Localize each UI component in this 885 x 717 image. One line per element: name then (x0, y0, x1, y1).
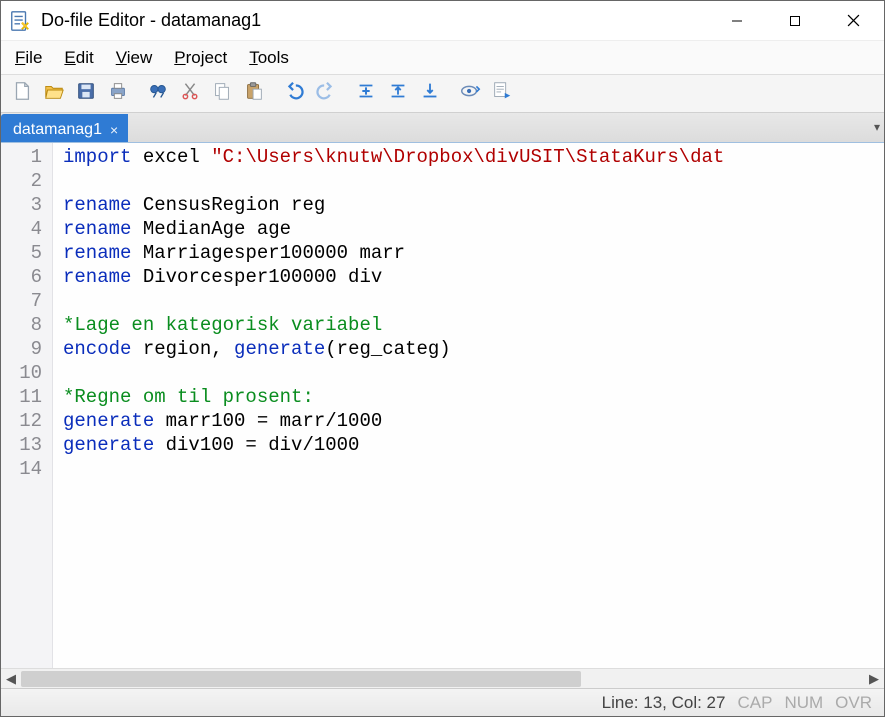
open-button[interactable] (39, 79, 69, 109)
undo-button[interactable] (279, 79, 309, 109)
line-number-gutter: 1234567891011121314 (1, 143, 53, 668)
menu-tools[interactable]: Tools (239, 44, 299, 72)
line-number: 3 (1, 193, 42, 217)
line-number: 8 (1, 313, 42, 337)
menu-edit[interactable]: Edit (54, 44, 103, 72)
line-number: 9 (1, 337, 42, 361)
open-icon (42, 80, 66, 107)
line-number: 13 (1, 433, 42, 457)
cap-indicator: CAP (737, 693, 772, 713)
new-button[interactable] (7, 79, 37, 109)
code-editor[interactable]: 1234567891011121314 import excel "C:\Use… (1, 143, 884, 668)
save-button[interactable] (71, 79, 101, 109)
find-button[interactable] (143, 79, 173, 109)
window-title: Do-file Editor - datamanag1 (41, 10, 261, 31)
status-bar: Line: 13, Col: 27 CAP NUM OVR (1, 688, 884, 716)
code-area[interactable]: import excel "C:\Users\knutw\Dropbox\div… (53, 143, 884, 668)
paste-button[interactable] (239, 79, 269, 109)
menu-file[interactable]: File (5, 44, 52, 72)
save-icon (75, 80, 97, 107)
new-icon (11, 80, 33, 107)
indent-minus-icon (387, 80, 409, 107)
code-line[interactable]: encode region, generate(reg_categ) (63, 337, 884, 361)
menu-file-rest: ile (25, 48, 42, 67)
menu-project[interactable]: Project (164, 44, 237, 72)
close-button[interactable] (824, 1, 882, 41)
cut-button[interactable] (175, 79, 205, 109)
undo-icon (283, 80, 305, 107)
code-line[interactable] (63, 457, 884, 481)
code-line[interactable]: *Lage en kategorisk variabel (63, 313, 884, 337)
tab-active[interactable]: datamanag1 × (1, 114, 128, 142)
code-line[interactable]: rename MedianAge age (63, 217, 884, 241)
find-icon (147, 80, 169, 107)
print-button[interactable] (103, 79, 133, 109)
code-line[interactable]: rename Divorcesper100000 div (63, 265, 884, 289)
ovr-indicator: OVR (835, 693, 872, 713)
paste-icon (243, 80, 265, 107)
scroll-left-icon[interactable]: ◀ (1, 669, 21, 689)
minimize-button[interactable] (708, 1, 766, 41)
code-line[interactable]: rename CensusRegion reg (63, 193, 884, 217)
copy-icon (211, 80, 233, 107)
code-line[interactable]: rename Marriagesper100000 marr (63, 241, 884, 265)
bookmark-button[interactable] (415, 79, 445, 109)
line-number: 14 (1, 457, 42, 481)
run-button[interactable] (487, 79, 517, 109)
code-line[interactable]: generate marr100 = marr/1000 (63, 409, 884, 433)
cut-icon (179, 80, 201, 107)
titlebar: Do-file Editor - datamanag1 (1, 1, 884, 41)
line-number: 10 (1, 361, 42, 385)
scroll-thumb[interactable] (21, 671, 581, 687)
copy-button[interactable] (207, 79, 237, 109)
bookmark-icon (419, 80, 441, 107)
line-number: 2 (1, 169, 42, 193)
line-number: 7 (1, 289, 42, 313)
menubar: File Edit View Project Tools (1, 41, 884, 75)
code-line[interactable]: *Regne om til prosent: (63, 385, 884, 409)
code-line[interactable]: generate div100 = div/1000 (63, 433, 884, 457)
indent-minus-button[interactable] (383, 79, 413, 109)
print-icon (107, 80, 129, 107)
code-line[interactable] (63, 169, 884, 193)
scroll-track[interactable] (21, 669, 864, 688)
code-line[interactable] (63, 361, 884, 385)
tab-close-icon[interactable]: × (110, 122, 118, 138)
indent-plus-icon (355, 80, 377, 107)
preview-button[interactable] (455, 79, 485, 109)
menu-view[interactable]: View (106, 44, 163, 72)
code-line[interactable]: import excel "C:\Users\knutw\Dropbox\div… (63, 145, 884, 169)
code-line[interactable] (63, 289, 884, 313)
cursor-position: Line: 13, Col: 27 (602, 693, 726, 713)
tab-label: datamanag1 (13, 121, 102, 139)
tab-bar: datamanag1 × ▾ (1, 113, 884, 143)
run-icon (491, 80, 513, 107)
scroll-right-icon[interactable]: ▶ (864, 669, 884, 689)
toolbar (1, 75, 884, 113)
line-number: 1 (1, 145, 42, 169)
line-number: 12 (1, 409, 42, 433)
run-preview-icon (458, 80, 482, 107)
redo-button[interactable] (311, 79, 341, 109)
horizontal-scrollbar[interactable]: ◀ ▶ (1, 668, 884, 688)
line-number: 5 (1, 241, 42, 265)
num-indicator: NUM (784, 693, 823, 713)
line-number: 6 (1, 265, 42, 289)
redo-icon (315, 80, 337, 107)
line-number: 11 (1, 385, 42, 409)
indent-plus-button[interactable] (351, 79, 381, 109)
line-number: 4 (1, 217, 42, 241)
maximize-button[interactable] (766, 1, 824, 41)
tab-overflow-icon[interactable]: ▾ (874, 120, 880, 134)
app-icon (9, 10, 31, 32)
